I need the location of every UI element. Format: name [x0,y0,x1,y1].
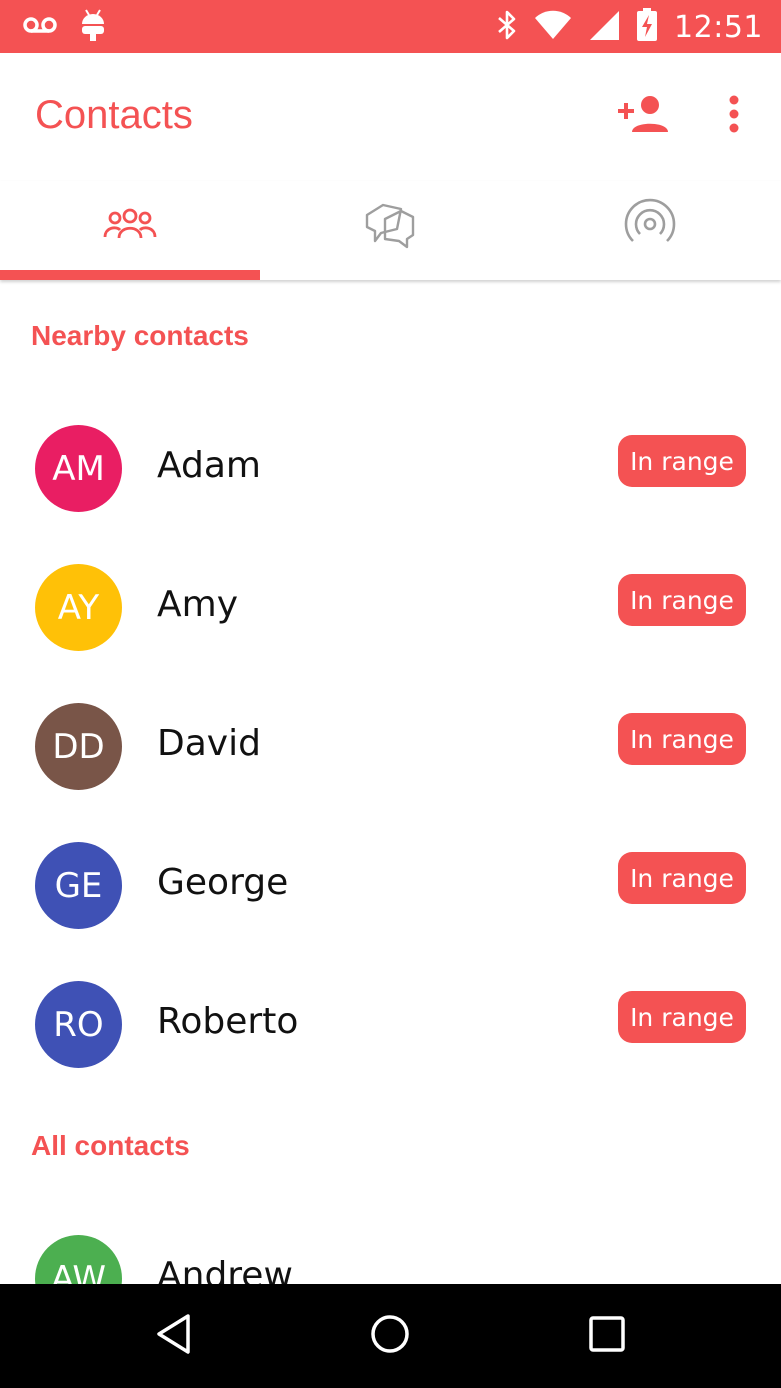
conversations-icon [363,199,417,254]
back-button[interactable] [144,1306,204,1366]
contact-row-adam[interactable]: AM Adam In range [0,425,781,564]
contact-row-andrew[interactable]: AW Andrew [0,1235,781,1284]
android-debug-icon [80,8,106,47]
tab-selected-indicator [0,270,260,280]
voicemail-icon [22,15,58,40]
signal-icon [588,9,620,46]
contact-name: Adam [157,445,261,486]
status-bar: 12:51 [0,0,781,53]
navigation-bar [0,1284,781,1388]
contacts-list[interactable]: Nearby contacts AM Adam In range AY Amy … [0,280,781,1284]
page-title: Contacts [35,93,193,137]
in-range-badge: In range [618,574,746,626]
tab-broadcast[interactable] [520,181,780,280]
app-bar: Contacts [0,53,781,181]
avatar: DD [35,703,122,790]
avatar: RO [35,981,122,1068]
tab-contacts[interactable] [0,181,260,280]
contact-name: Andrew [157,1255,293,1284]
bluetooth-icon [496,9,518,46]
recents-button[interactable] [577,1306,637,1366]
home-button[interactable] [360,1306,420,1366]
more-options-button[interactable] [712,91,756,141]
avatar: AW [35,1235,122,1284]
in-range-badge: In range [618,713,746,765]
in-range-badge: In range [618,435,746,487]
clock: 12:51 [674,9,763,45]
contact-name: Roberto [157,1001,299,1042]
contact-row-amy[interactable]: AY Amy In range [0,564,781,703]
section-header-all: All contacts [31,1130,190,1161]
more-vert-icon [728,95,740,138]
avatar: GE [35,842,122,929]
avatar: AY [35,564,122,651]
avatar: AM [35,425,122,512]
contact-row-david[interactable]: DD David In range [0,703,781,842]
wifi-icon [534,10,572,45]
section-header-nearby: Nearby contacts [31,320,249,351]
tab-conversations[interactable] [260,181,520,280]
contact-name: Amy [157,584,238,625]
back-icon [154,1313,194,1360]
add-contact-button[interactable] [612,91,672,141]
contact-row-roberto[interactable]: RO Roberto In range [0,981,781,1120]
people-icon [103,208,157,245]
home-icon [369,1313,411,1360]
recents-icon [588,1315,626,1358]
contact-name: George [157,862,289,903]
contact-row-george[interactable]: GE George In range [0,842,781,981]
tab-bar [0,181,781,280]
battery-charging-icon [636,7,658,47]
in-range-badge: In range [618,852,746,904]
add-contact-icon [616,94,668,139]
contact-name: David [157,723,261,764]
broadcast-icon [623,197,677,256]
in-range-badge: In range [618,991,746,1043]
